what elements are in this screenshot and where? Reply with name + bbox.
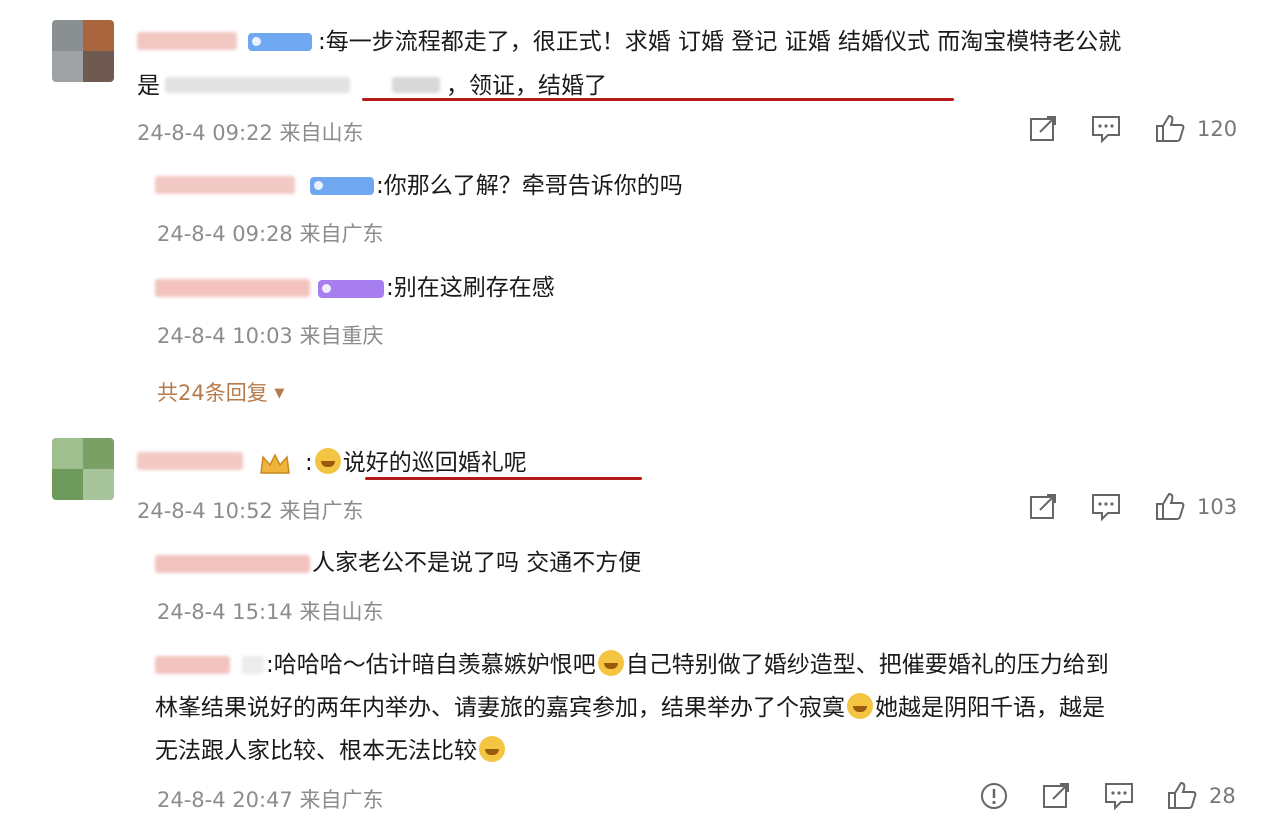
reply-text-part: 林峯结果说好的两年内举办、请妻旅的嘉宾参加，结果举办了个寂寞	[155, 695, 845, 721]
like-count: 28	[1209, 784, 1236, 808]
share-icon[interactable]	[1041, 781, 1073, 811]
member-badge	[310, 177, 374, 195]
laugh-emoji-icon	[847, 693, 873, 719]
username-blurred[interactable]	[155, 279, 310, 297]
comment-text-body: 说好的巡回婚礼呢	[342, 450, 527, 476]
reply-text-part: 自己特别做了婚纱造型、把催要婚礼的压力给到	[625, 652, 1109, 678]
username-blurred[interactable]	[155, 176, 295, 194]
reply-text: :你那么了解？牵哥告诉你的吗	[376, 173, 683, 199]
more-replies-label: 共24条回复	[157, 381, 268, 405]
timestamp: 24-8-4 09:28 来自广东	[157, 222, 384, 246]
username-blurred[interactable]	[155, 555, 310, 573]
reply-text-line: 无法跟人家比较、根本无法比较	[155, 731, 507, 771]
timestamp: 24-8-4 15:14 来自山东	[157, 600, 384, 624]
redacted-name	[165, 77, 350, 93]
member-badge	[318, 280, 384, 298]
comment-text: :每一步流程都走了，很正式！求婚 订婚 登记 证婚 结婚仪式 而淘宝模特老公就	[318, 29, 1122, 55]
share-icon[interactable]	[1028, 492, 1060, 522]
more-replies-link[interactable]: 共24条回复 ▼	[157, 377, 284, 407]
report-icon[interactable]	[978, 781, 1010, 811]
laugh-emoji-icon	[314, 448, 341, 474]
avatar[interactable]	[52, 438, 114, 500]
like-icon[interactable]	[1154, 113, 1186, 143]
share-icon[interactable]	[1028, 114, 1060, 144]
highlight-underline	[362, 98, 954, 101]
reply-text: :别在这刷存在感	[386, 275, 555, 301]
like-icon[interactable]	[1166, 780, 1198, 810]
member-badge	[248, 33, 312, 51]
caret-down-icon: ▼	[274, 386, 285, 401]
timestamp: 24-8-4 10:03 来自重庆	[157, 324, 384, 348]
comment-text-prefix: 是	[137, 73, 160, 99]
reply-text-part: 无法跟人家比较、根本无法比较	[155, 738, 477, 764]
reply-text: 人家老公不是说了吗 交通不方便	[312, 550, 642, 576]
comment-icon[interactable]	[1090, 114, 1122, 144]
username-blurred[interactable]	[242, 656, 264, 674]
laugh-emoji-icon	[479, 736, 505, 762]
like-icon[interactable]	[1154, 491, 1186, 521]
username-blurred[interactable]	[137, 452, 243, 470]
redacted-name	[392, 77, 440, 93]
crown-icon	[260, 453, 290, 474]
reply-text-line: 林峯结果说好的两年内举办、请妻旅的嘉宾参加，结果举办了个寂寞 她越是阴阳千语，越是	[155, 688, 1105, 728]
laugh-emoji-icon	[597, 650, 624, 676]
timestamp: 24-8-4 20:47 来自广东	[157, 788, 384, 812]
avatar[interactable]	[52, 20, 114, 82]
like-count: 120	[1197, 117, 1238, 141]
timestamp: 24-8-4 09:22 来自山东	[137, 121, 364, 145]
username-blurred[interactable]	[137, 32, 237, 50]
highlight-underline	[365, 477, 642, 480]
comment-icon[interactable]	[1090, 492, 1122, 522]
comment-icon[interactable]	[1103, 781, 1135, 811]
timestamp: 24-8-4 10:52 来自广东	[137, 499, 364, 523]
reply-text-part: :哈哈哈～估计暗自羡慕嫉妒恨吧	[266, 652, 596, 678]
username-blurred[interactable]	[155, 656, 230, 674]
like-count: 103	[1197, 495, 1238, 519]
reply-text-part: 她越是阴阳千语，越是	[875, 695, 1105, 721]
reply-text-line: :哈哈哈～估计暗自羡慕嫉妒恨吧 自己特别做了婚纱造型、把催要婚礼的压力给到	[266, 645, 1109, 685]
